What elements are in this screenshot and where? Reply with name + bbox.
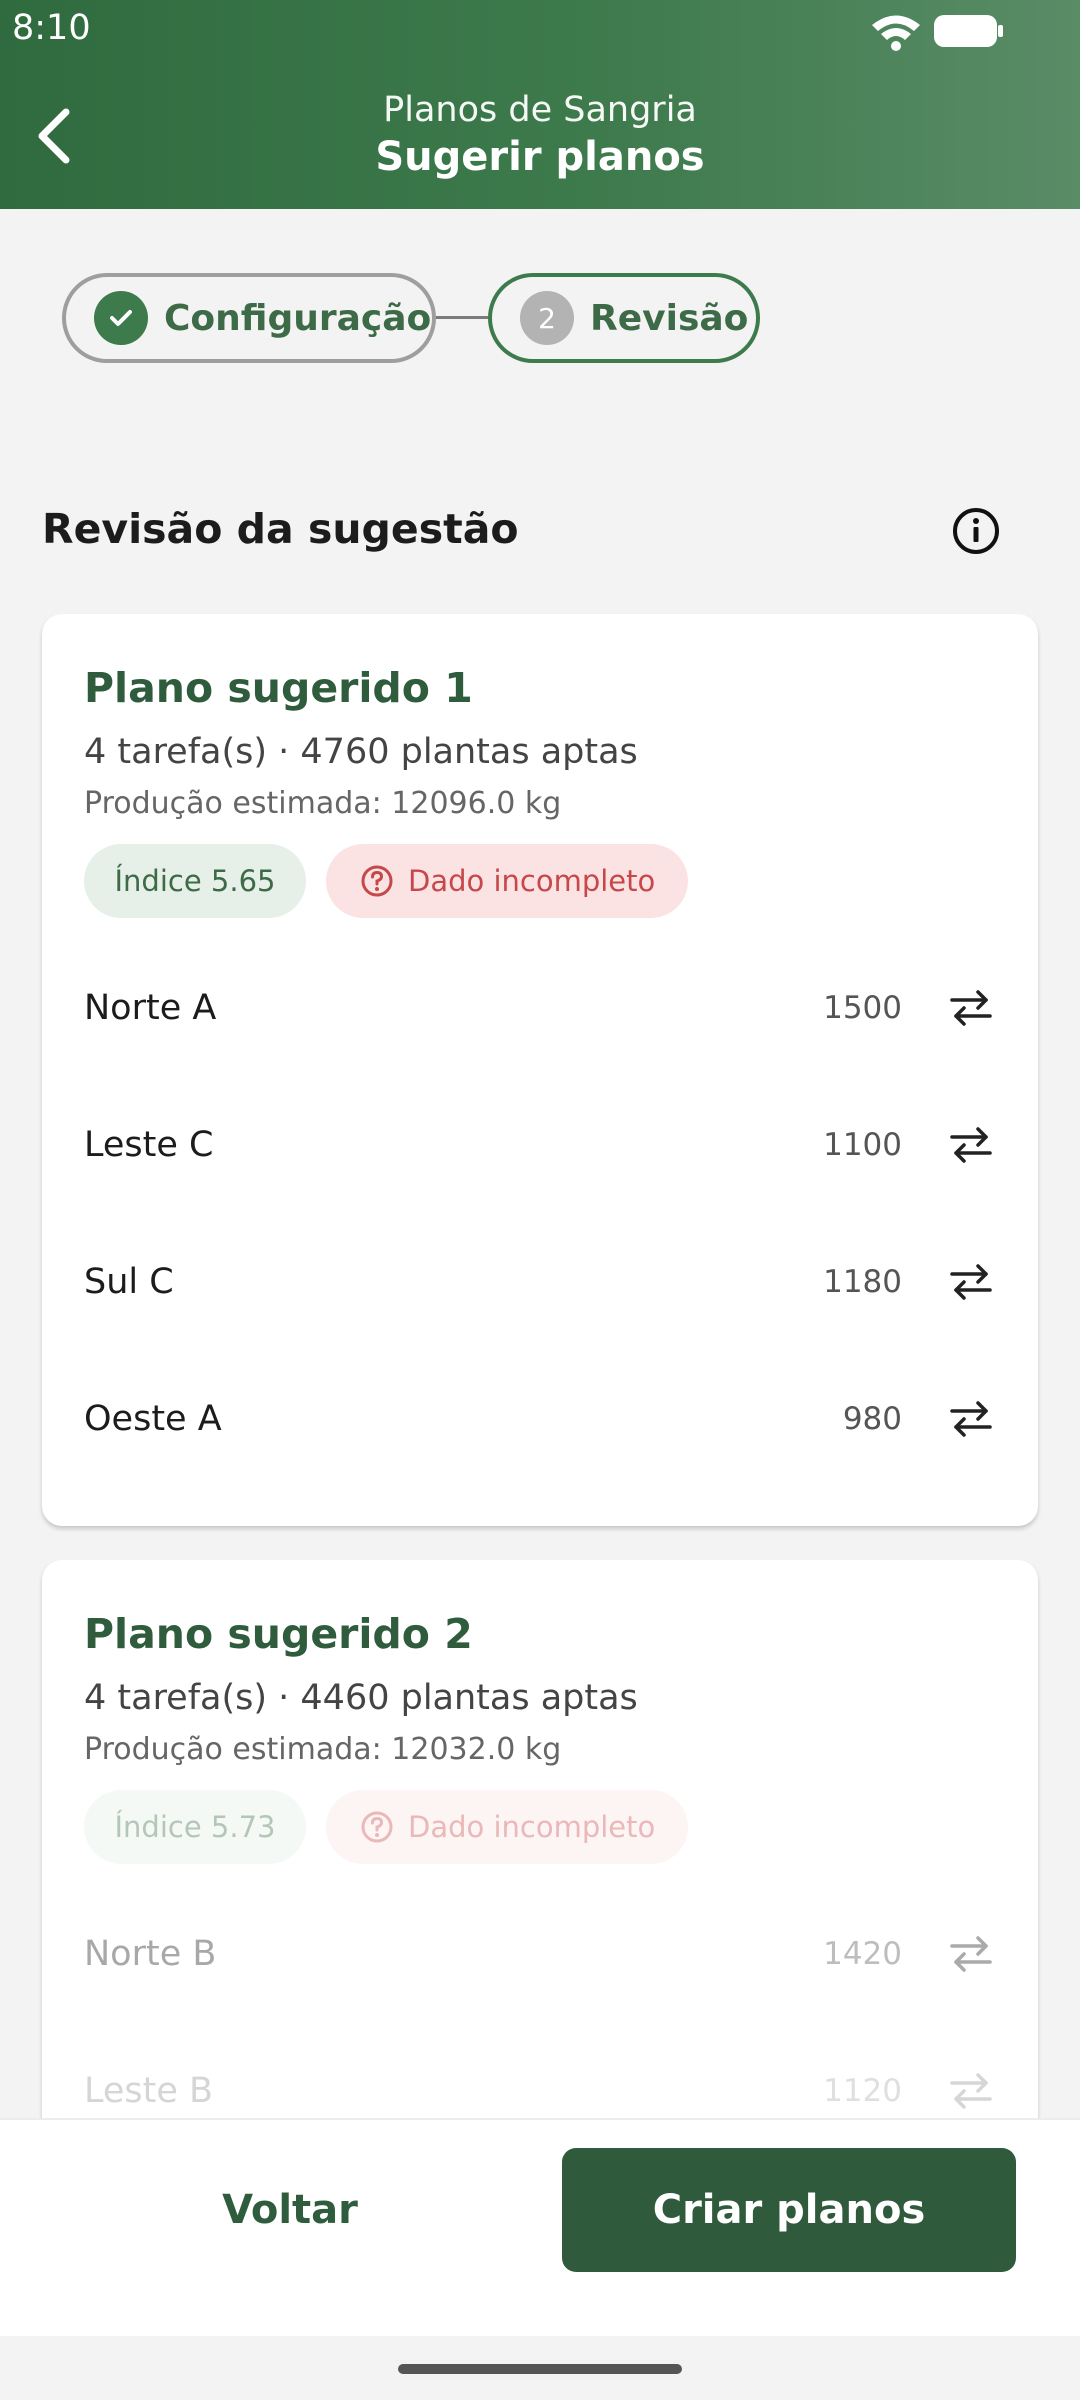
swap-icon[interactable] <box>946 2066 996 2116</box>
area-name: Sul C <box>84 1262 174 1302</box>
step-label: Revisão <box>590 297 749 339</box>
area-value: 1120 <box>823 2073 902 2109</box>
swap-icon[interactable] <box>946 1257 996 1307</box>
create-plans-button[interactable]: Criar planos <box>562 2148 1016 2272</box>
wifi-icon <box>872 15 920 51</box>
list-item: Oeste A 980 <box>84 1379 996 1459</box>
area-value: 1180 <box>823 1264 902 1300</box>
plan-title: Plano sugerido 2 <box>84 1610 473 1658</box>
back-button[interactable]: Voltar <box>180 2160 400 2260</box>
area-name: Norte B <box>84 1934 217 1974</box>
question-icon <box>361 1811 393 1843</box>
step-label: Configuração <box>164 297 432 339</box>
area-name: Norte A <box>84 988 217 1028</box>
warning-badge: Dado incompleto <box>326 1790 688 1864</box>
area-value: 980 <box>842 1401 902 1437</box>
area-value: 1100 <box>823 1127 902 1163</box>
plan-meta: 4 tarefa(s) · 4760 plantas aptas <box>84 732 638 772</box>
warning-label: Dado incompleto <box>408 1810 656 1844</box>
list-item: Sul C 1180 <box>84 1242 996 1322</box>
list-item: Norte B 1420 <box>84 1914 996 1994</box>
swap-icon[interactable] <box>946 1929 996 1979</box>
info-icon[interactable] <box>950 505 1002 557</box>
index-badge: Índice 5.65 <box>84 844 306 918</box>
swap-icon[interactable] <box>946 983 996 1033</box>
check-icon <box>94 291 148 345</box>
area-name: Oeste A <box>84 1399 222 1439</box>
swap-icon[interactable] <box>946 1394 996 1444</box>
home-indicator[interactable] <box>398 2364 682 2374</box>
index-badge: Índice 5.73 <box>84 1790 306 1864</box>
section-title: Revisão da sugestão <box>42 505 519 553</box>
area-value: 1420 <box>823 1936 902 1972</box>
status-time: 8:10 <box>12 8 91 48</box>
plan-card: Plano sugerido 1 4 tarefa(s) · 4760 plan… <box>42 614 1038 1526</box>
step-revisao[interactable]: 2 Revisão <box>488 273 760 363</box>
plan-title: Plano sugerido 1 <box>84 664 473 712</box>
list-item: Norte A 1500 <box>84 968 996 1048</box>
area-value: 1500 <box>823 990 902 1026</box>
warning-label: Dado incompleto <box>408 864 656 898</box>
plan-production: Produção estimada: 12032.0 kg <box>84 1732 562 1767</box>
area-name: Leste C <box>84 1125 214 1165</box>
area-name: Leste B <box>84 2071 214 2111</box>
question-icon <box>361 865 393 897</box>
header-subtitle: Sugerir planos <box>375 134 705 180</box>
battery-icon <box>934 15 1003 47</box>
warning-badge: Dado incompleto <box>326 844 688 918</box>
app-bar: 8:10 Planos de Sangria Sugerir planos <box>0 0 1080 209</box>
step-connector <box>436 316 488 319</box>
step-configuracao[interactable]: Configuração <box>62 273 436 363</box>
plan-meta: 4 tarefa(s) · 4460 plantas aptas <box>84 1678 638 1718</box>
header-title: Planos de Sangria <box>383 90 697 130</box>
list-item: Leste C 1100 <box>84 1105 996 1185</box>
plan-production: Produção estimada: 12096.0 kg <box>84 786 562 821</box>
swap-icon[interactable] <box>946 1120 996 1170</box>
step-number: 2 <box>520 291 574 345</box>
